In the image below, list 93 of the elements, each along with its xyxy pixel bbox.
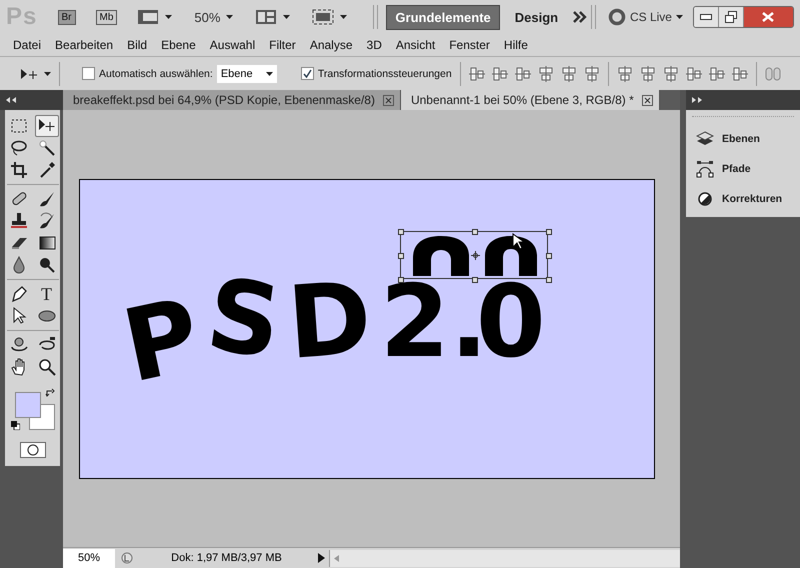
caret-icon <box>283 15 290 19</box>
menu-item[interactable]: Analyse <box>304 38 362 52</box>
ring-icon[interactable] <box>608 8 626 26</box>
checkbox-label: Automatisch auswählen: <box>99 68 213 80</box>
dropdown-value: Ebene <box>220 68 253 80</box>
menu-item[interactable]: Ansicht <box>390 38 444 52</box>
minimize-button[interactable] <box>694 7 719 27</box>
menu-item[interactable]: Datei <box>8 38 50 52</box>
crosshair-icon <box>471 251 480 260</box>
align-icon[interactable] <box>492 66 508 82</box>
menu-item[interactable]: Auswahl <box>204 38 264 52</box>
expand-arrows-icon[interactable] <box>692 97 702 103</box>
caret-icon <box>44 72 51 76</box>
crop-icon <box>8 160 28 180</box>
caret-icon <box>165 15 172 19</box>
double-chevron-icon[interactable] <box>573 11 587 23</box>
resize-handle[interactable] <box>546 277 552 283</box>
align-icon[interactable] <box>538 66 554 82</box>
collapse-arrows-icon[interactable] <box>6 97 16 103</box>
workspace-button[interactable]: Design <box>506 4 568 30</box>
align-icon[interactable] <box>708 66 725 82</box>
launch-button[interactable]: Br <box>58 10 76 24</box>
restore-icon <box>724 11 737 23</box>
panel-button[interactable]: Pfade <box>686 159 800 179</box>
caret-icon <box>340 15 348 19</box>
menu-item[interactable]: Filter <box>264 38 305 52</box>
resize-handle[interactable] <box>398 277 404 283</box>
panel-button[interactable]: Korrekturen <box>686 189 800 209</box>
bezier-path-icon <box>696 159 714 179</box>
quick-mask-button[interactable] <box>20 442 46 458</box>
caret-icon <box>266 72 273 76</box>
menu-item[interactable]: Fenster <box>444 38 499 52</box>
status-icon[interactable] <box>121 552 133 564</box>
close-icon[interactable] <box>382 94 394 106</box>
close-icon <box>762 12 774 22</box>
cs-live-menu[interactable]: CS Live <box>630 10 672 24</box>
magnifier-icon <box>36 357 56 377</box>
restore-button[interactable] <box>718 7 744 27</box>
menu-item[interactable]: 3D <box>362 38 391 52</box>
stamp-icon <box>8 211 28 231</box>
resize-handle[interactable] <box>398 253 404 259</box>
circle-icon <box>26 444 38 456</box>
menu-item[interactable]: Hilfe <box>498 38 537 52</box>
play-arrow-icon[interactable] <box>318 553 325 563</box>
align-icon[interactable] <box>640 66 656 82</box>
document-tab[interactable]: Unbenannt-1 bei 50% (Ebene 3, RGB/8) * <box>400 90 660 110</box>
resize-handle[interactable] <box>546 229 552 235</box>
resize-handle[interactable] <box>398 229 404 235</box>
minimize-icon <box>700 14 712 20</box>
magic-wand-icon <box>36 138 56 158</box>
align-icon[interactable] <box>468 66 485 82</box>
menu-item[interactable]: Ebene <box>156 38 205 52</box>
align-icon[interactable] <box>686 66 702 82</box>
tool-button[interactable]: T <box>34 283 58 305</box>
checkbox[interactable] <box>300 67 314 80</box>
resize-handle[interactable] <box>546 253 552 259</box>
layout-grid-icon[interactable] <box>255 9 278 25</box>
screen-frame-icon[interactable] <box>312 9 334 25</box>
checkmark-icon <box>302 69 312 78</box>
caret-icon <box>226 15 234 19</box>
panel-button[interactable]: Ebenen <box>686 129 800 149</box>
default-colors-icon[interactable] <box>10 421 20 430</box>
swap-arrows-icon[interactable] <box>44 388 54 398</box>
horizontal-scrollbar[interactable] <box>329 550 680 566</box>
align-icon[interactable] <box>584 66 600 82</box>
tab-title: Unbenannt-1 bei 50% (Ebene 3, RGB/8) * <box>410 93 634 107</box>
menu-item[interactable]: Bearbeiten <box>50 38 122 52</box>
zoom-level[interactable]: 50% <box>194 10 220 24</box>
lasso-icon <box>8 138 28 158</box>
align-icon[interactable] <box>514 66 531 82</box>
workspace-button[interactable]: Grundelemente <box>386 4 500 30</box>
align-icon[interactable] <box>732 66 748 82</box>
align-icon[interactable] <box>616 66 633 82</box>
artwork-letter: 2 <box>380 283 450 361</box>
tool-button[interactable] <box>34 115 58 137</box>
resize-handle[interactable] <box>472 229 478 235</box>
zoom-field[interactable]: 50% <box>63 548 115 568</box>
tab-title: breakeffekt.psd bei 64,9% (PSD Kopie, Ebenenmaske/8) <box>73 93 375 107</box>
launch-button[interactable]: Mb <box>96 10 118 24</box>
align-icon[interactable] <box>662 66 679 82</box>
document-size: Dok: 1,97 MB/3,97 MB <box>170 552 283 564</box>
align-icon[interactable] <box>560 66 577 82</box>
move-tool-icon[interactable] <box>20 66 40 80</box>
artwork-letter: D <box>285 279 374 363</box>
document-tab[interactable]: breakeffekt.psd bei 64,9% (PSD Kopie, Ebenenmaske/8) <box>63 90 401 110</box>
dropdown[interactable]: Ebene <box>216 64 277 82</box>
resize-handle[interactable] <box>472 277 478 283</box>
close-icon[interactable] <box>642 94 653 106</box>
menu-item[interactable]: Bild <box>122 38 156 52</box>
caret-icon <box>676 15 683 19</box>
close-button[interactable] <box>744 7 793 27</box>
checkbox[interactable] <box>82 67 95 80</box>
checkbox-label: Transformationssteuerungen <box>318 68 452 80</box>
